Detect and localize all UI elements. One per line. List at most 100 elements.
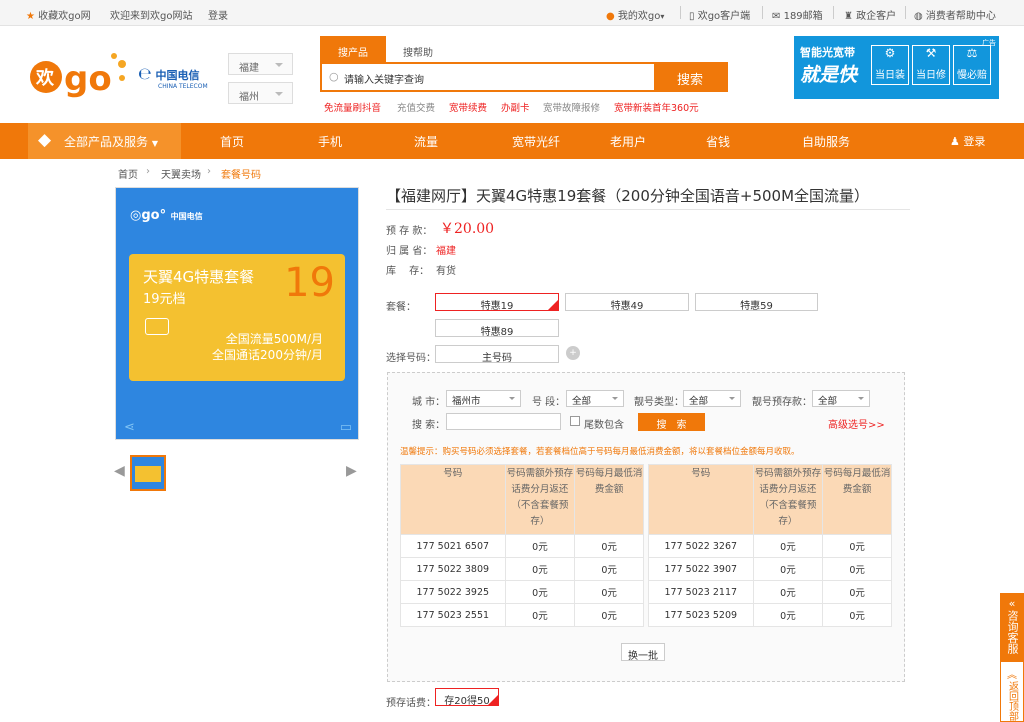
chat-icon: ◍ — [914, 11, 923, 22]
city-select[interactable]: 福州 — [228, 82, 293, 104]
advanced-search-link[interactable]: 高级选号>> — [828, 416, 885, 431]
plus-icon[interactable]: + — [566, 346, 580, 360]
diamond-icon: ◆ — [38, 130, 52, 150]
main-nav: ◆ 全部产品及服务 ▼ 首页 手机 流量 宽带光纤 老用户 省钱 自助服务 ♟ … — [0, 123, 1024, 159]
sim-card-graphic: 天翼4G特惠套餐 19元档 19 全国流量500M/月 全国通话200分钟/月 — [129, 254, 345, 381]
package-option[interactable]: 特惠49 — [565, 293, 689, 312]
prestore-label: 预存话费： — [386, 698, 436, 709]
mail-icon: ✉ — [772, 11, 781, 22]
my-huango-link[interactable]: ● 我的欢go▾ — [606, 7, 664, 22]
stock-value: 有货 — [436, 266, 456, 277]
search-box: ○ 搜索 — [320, 62, 728, 92]
compensate-icon: ⚖ — [966, 46, 978, 60]
china-telecom-logo: ℮ 中国电信 CHINA TELECOM — [138, 64, 208, 90]
back-to-top-button[interactable]: ︽ 返回顶部 — [1001, 662, 1023, 721]
breadcrumb-store[interactable]: 天翼卖场 — [161, 166, 201, 181]
broadband-ad-banner[interactable]: 智能光宽带 就是快 广告 ⚙ 当日装 ⚒ 当日修 ⚖ 慢必赔 — [794, 36, 999, 99]
nav-save[interactable]: 省钱 — [706, 133, 730, 150]
favorite-link[interactable]: ★ 收藏欢go网 — [26, 7, 91, 22]
tail-checkbox[interactable] — [570, 416, 580, 426]
type-filter-select[interactable]: 全部 — [683, 390, 741, 407]
hot-link[interactable]: 宽带续费 — [449, 100, 487, 114]
region-value: 福建 — [436, 246, 456, 257]
nav-phone[interactable]: 手机 — [318, 133, 342, 150]
table-row[interactable]: 177 5021 6507 0元 0元 — [400, 534, 644, 558]
number-table-left: 号码 号码需额外预存话费分月返还（不含套餐预存） 号码每月最低消费金额 177 50… — [400, 464, 644, 627]
huango-logo[interactable]: 欢 go — [28, 44, 128, 106]
help-link[interactable]: ◍ 消费者帮助中心 — [914, 7, 996, 22]
refresh-numbers-button[interactable]: 换一批 — [621, 643, 665, 662]
prestore-option[interactable]: 存20得50 — [435, 688, 499, 707]
breadcrumb-home[interactable]: 首页 — [118, 166, 138, 181]
user-icon: ● — [606, 11, 615, 22]
number-table-right: 号码 号码需额外预存话费分月返还（不含套餐预存） 号码每月最低消费金额 177 50… — [648, 464, 892, 627]
region-label: 归 属 省： — [386, 246, 433, 257]
tab-search-help[interactable]: 搜帮助 — [390, 36, 446, 62]
number-filter-panel: 城 市： 福州市 号 段： 全部 靓号类型： 全部 靓号预存款： 全部 搜 索：… — [387, 372, 905, 682]
client-link[interactable]: ▯ 欢go客户端 — [689, 7, 750, 22]
ad-item: ⚙ 当日装 — [871, 45, 909, 85]
huango-small-logo: ◎go° 中国电信 — [130, 208, 203, 223]
province-select[interactable]: 福建 — [228, 53, 293, 75]
table-row[interactable]: 177 5022 3809 0元 0元 — [400, 557, 644, 581]
chevron-down-icon: ▼ — [151, 139, 158, 148]
mail-link[interactable]: ✉ 189邮箱 — [772, 7, 823, 22]
repair-icon: ⚒ — [925, 46, 937, 60]
table-row[interactable]: 177 5023 2551 0元 0元 — [400, 603, 644, 627]
hot-link[interactable]: 宽带新装首年360元 — [614, 100, 699, 114]
consult-service-button[interactable]: « 咨询客服 — [1001, 594, 1023, 662]
top-login-link[interactable]: 登录 — [208, 7, 228, 22]
nav-data[interactable]: 流量 — [414, 133, 438, 150]
chevron-right-icon: › — [146, 166, 150, 177]
arrow-right-icon[interactable]: ▶ — [346, 463, 357, 479]
hot-link[interactable]: 办副卡 — [501, 100, 530, 114]
svg-text:欢: 欢 — [35, 68, 55, 89]
nav-broadband[interactable]: 宽带光纤 — [512, 133, 560, 150]
search-button[interactable]: 搜索 — [654, 64, 726, 90]
table-row[interactable]: 177 5023 5209 0元 0元 — [648, 603, 892, 627]
thumbnail-strip: ◀ ▶ — [112, 455, 362, 491]
double-chevron-left-icon: « — [1008, 597, 1016, 610]
phone-icon: ▯ — [689, 11, 695, 22]
table-row[interactable]: 177 5022 3267 0元 0元 — [648, 534, 892, 558]
folder-icon[interactable]: ▭ — [340, 420, 352, 435]
nav-old-user[interactable]: 老用户 — [610, 133, 646, 150]
double-chevron-up-icon: ︽ — [1007, 670, 1017, 681]
package-label: 套餐： — [386, 302, 416, 313]
price-value: ￥20.00 — [440, 221, 495, 237]
sim-chip-icon — [145, 318, 169, 335]
gov-link[interactable]: ♜ 政企客户 — [844, 7, 896, 22]
top-bar: ★ 收藏欢go网 欢迎来到欢go网站 登录 ● 我的欢go▾ ▯ 欢go客户端 … — [0, 0, 1024, 26]
number-search-input[interactable] — [446, 413, 561, 430]
chevron-right-icon: › — [207, 166, 211, 177]
table-row[interactable]: 177 5023 2117 0元 0元 — [648, 580, 892, 604]
package-option[interactable]: 特惠89 — [435, 319, 559, 338]
package-option[interactable]: 特惠19 — [435, 293, 559, 312]
arrow-left-icon[interactable]: ◀ — [114, 463, 125, 479]
tip-text: 温馨提示：购买号码必须选择套餐，若套餐档位高于号码每月最低消费金额，将以套餐档位… — [400, 447, 800, 457]
hot-link[interactable]: 宽带故障报修 — [543, 100, 600, 114]
package-option[interactable]: 特惠59 — [695, 293, 818, 312]
nav-login[interactable]: ♟ 登录 — [950, 133, 985, 149]
thumbnail[interactable] — [130, 455, 166, 491]
all-products-menu[interactable]: ◆ 全部产品及服务 ▼ — [28, 123, 181, 159]
hot-link[interactable]: 免流量刷抖音 — [324, 100, 381, 114]
nav-home[interactable]: 首页 — [220, 133, 244, 150]
prestore-filter-select[interactable]: 全部 — [812, 390, 870, 407]
table-row[interactable]: 177 5022 3925 0元 0元 — [400, 580, 644, 604]
filter-search-button[interactable]: 搜 索 — [638, 413, 705, 431]
hot-link[interactable]: 充值交费 — [397, 100, 435, 114]
search-icon: ○ — [329, 70, 339, 83]
svg-text:go: go — [64, 59, 112, 99]
city-filter-select[interactable]: 福州市 — [446, 390, 521, 407]
ad-item: ⚒ 当日修 — [912, 45, 950, 85]
nav-self-service[interactable]: 自助服务 — [802, 133, 850, 150]
number-option[interactable]: 主号码 — [435, 345, 559, 364]
install-icon: ⚙ — [884, 46, 896, 60]
product-image: ◎go° 中国电信 天翼4G特惠套餐 19元档 19 全国流量500M/月 全国… — [115, 187, 359, 440]
share-icon[interactable]: ⋖ — [124, 420, 135, 435]
table-row[interactable]: 177 5022 3907 0元 0元 — [648, 557, 892, 581]
tab-search-product[interactable]: 搜产品 — [320, 36, 386, 62]
search-input[interactable] — [344, 70, 644, 86]
segment-filter-select[interactable]: 全部 — [566, 390, 624, 407]
